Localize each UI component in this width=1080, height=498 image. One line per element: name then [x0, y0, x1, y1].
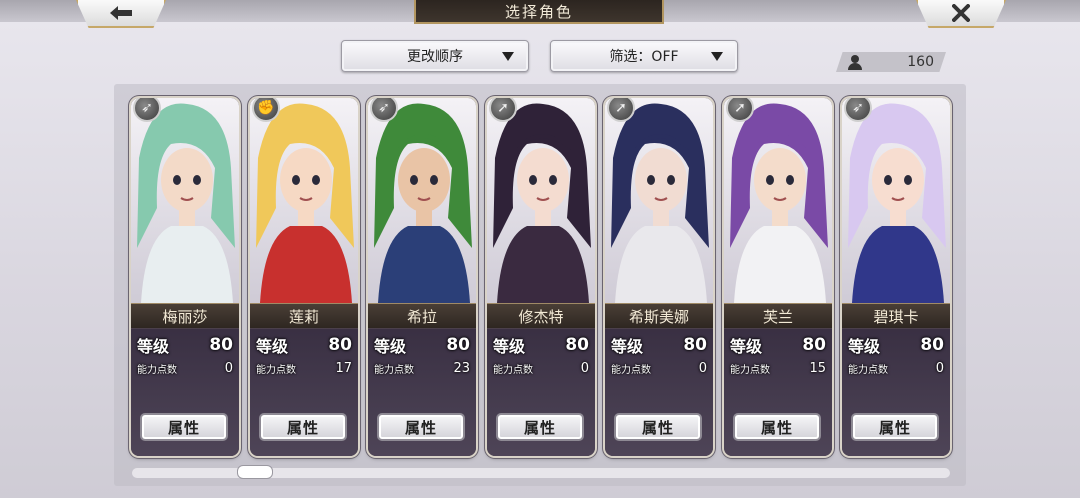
ability-points-label: 能力点数	[256, 364, 296, 376]
close-button[interactable]	[916, 0, 1006, 28]
level-value: 80	[683, 335, 707, 355]
ability-points-value: 0	[698, 360, 707, 376]
level-label: 等级	[256, 337, 289, 356]
character-stats: 等级 80 能力点数 17 属性	[250, 328, 358, 456]
character-card[interactable]: ➚ 希斯美娜 等级 80 能力点数 0 属性	[605, 98, 713, 456]
sort-order-label: 更改顺序	[407, 49, 463, 65]
chevron-down-icon	[711, 52, 723, 61]
level-value: 80	[209, 335, 233, 355]
level-value: 80	[328, 335, 352, 355]
ability-points-label: 能力点数	[848, 364, 888, 376]
back-button[interactable]	[76, 0, 166, 28]
level-label: 等级	[493, 337, 526, 356]
character-card[interactable]: ➚ 芙兰 等级 80 能力点数 15 属性	[724, 98, 832, 456]
level-label: 等级	[137, 337, 170, 356]
level-label: 等级	[611, 337, 644, 356]
level-value: 80	[802, 335, 826, 355]
ability-points-value: 23	[453, 360, 470, 376]
ability-points-label: 能力点数	[374, 364, 414, 376]
attribute-button[interactable]: 属性	[140, 413, 228, 441]
character-portrait	[487, 98, 595, 303]
level-label: 等级	[848, 337, 881, 356]
character-count: 160	[907, 54, 934, 70]
character-portrait	[250, 98, 358, 303]
ability-points-value: 0	[935, 360, 944, 376]
character-name: 碧琪卡	[842, 303, 950, 329]
attribute-button[interactable]: 属性	[614, 413, 702, 441]
page-title: 选择角色	[414, 0, 664, 24]
ability-points-value: 0	[580, 360, 589, 376]
chevron-down-icon	[502, 52, 514, 61]
level-label: 等级	[730, 337, 763, 356]
level-value: 80	[565, 335, 589, 355]
character-stats: 等级 80 能力点数 0 属性	[487, 328, 595, 456]
attribute-button[interactable]: 属性	[851, 413, 939, 441]
back-arrow-icon	[110, 6, 132, 20]
character-name: 希拉	[368, 303, 476, 329]
character-card[interactable]: ✊ 莲莉 等级 80 能力点数 17 属性	[250, 98, 358, 456]
character-name: 希斯美娜	[605, 303, 713, 329]
close-x-icon	[952, 4, 970, 22]
character-stats: 等级 80 能力点数 0 属性	[605, 328, 713, 456]
ability-points-label: 能力点数	[730, 364, 770, 376]
level-label: 等级	[374, 337, 407, 356]
character-card[interactable]: ➶ 碧琪卡 等级 80 能力点数 0 属性	[842, 98, 950, 456]
character-portrait	[605, 98, 713, 303]
scrollbar-thumb[interactable]	[237, 465, 273, 479]
ability-points-label: 能力点数	[137, 364, 177, 376]
ability-points-value: 17	[335, 360, 352, 376]
filter-dropdown[interactable]: 筛选：OFF	[550, 40, 738, 72]
attribute-button[interactable]: 属性	[733, 413, 821, 441]
character-portrait	[368, 98, 476, 303]
character-name: 芙兰	[724, 303, 832, 329]
character-name: 梅丽莎	[131, 303, 239, 329]
person-icon	[848, 55, 862, 70]
ability-points-label: 能力点数	[611, 364, 651, 376]
character-stats: 等级 80 能力点数 15 属性	[724, 328, 832, 456]
character-card[interactable]: ➶ 梅丽莎 等级 80 能力点数 0 属性	[131, 98, 239, 456]
character-portrait	[724, 98, 832, 303]
sort-order-dropdown[interactable]: 更改顺序	[341, 40, 529, 72]
attribute-button[interactable]: 属性	[377, 413, 465, 441]
character-portrait	[131, 98, 239, 303]
filter-label: 筛选：OFF	[609, 49, 679, 65]
character-name: 修杰特	[487, 303, 595, 329]
character-name: 莲莉	[250, 303, 358, 329]
level-value: 80	[446, 335, 470, 355]
character-stats: 等级 80 能力点数 23 属性	[368, 328, 476, 456]
character-stats: 等级 80 能力点数 0 属性	[131, 328, 239, 456]
character-card[interactable]: ➶ 希拉 等级 80 能力点数 23 属性	[368, 98, 476, 456]
ability-points-label: 能力点数	[493, 364, 533, 376]
character-stats: 等级 80 能力点数 0 属性	[842, 328, 950, 456]
ability-points-value: 0	[224, 360, 233, 376]
character-portrait	[842, 98, 950, 303]
character-count-badge: 160	[836, 52, 946, 72]
level-value: 80	[920, 335, 944, 355]
attribute-button[interactable]: 属性	[496, 413, 584, 441]
character-card[interactable]: ➚ 修杰特 等级 80 能力点数 0 属性	[487, 98, 595, 456]
attribute-button[interactable]: 属性	[259, 413, 347, 441]
ability-points-value: 15	[809, 360, 826, 376]
